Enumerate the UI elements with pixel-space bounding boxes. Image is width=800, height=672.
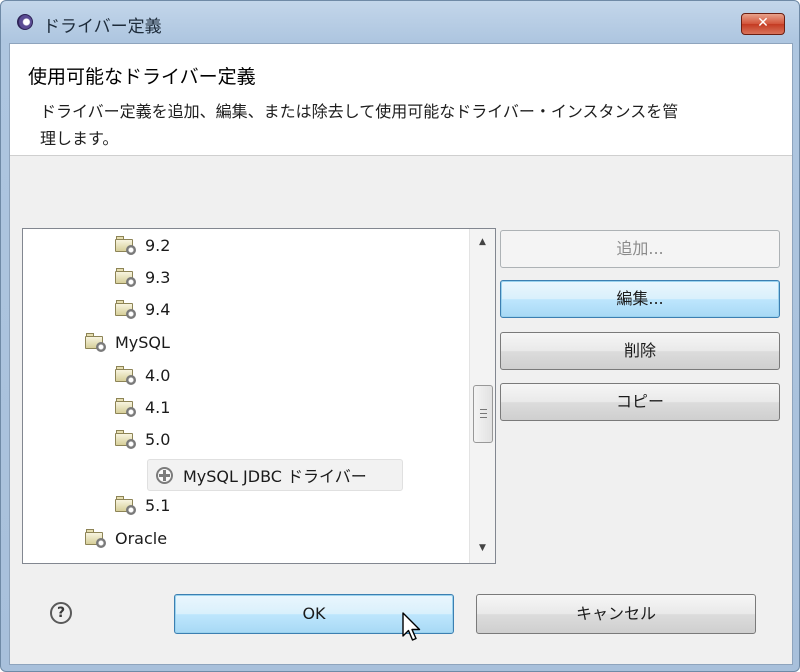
page-description: ドライバー定義を追加、編集、または除去して使用可能なドライバー・インスタンスを管… <box>40 102 679 148</box>
cancel-button[interactable]: キャンセル <box>476 594 756 634</box>
dialog-window: ドライバー定義 ✕ 使用可能なドライバー定義 ドライバー定義を追加、編集、または… <box>0 0 800 672</box>
tree-item[interactable]: Oracle <box>85 524 167 552</box>
mouse-cursor-icon <box>402 612 421 641</box>
grip-line <box>480 409 487 410</box>
folder-icon <box>85 529 107 548</box>
gear-icon <box>156 466 173 484</box>
close-button[interactable]: ✕ <box>741 13 785 35</box>
window-title: ドライバー定義 <box>43 17 162 37</box>
title-bar[interactable]: ドライバー定義 ✕ <box>1 1 799 41</box>
tree-item[interactable]: 9.3 <box>115 263 170 291</box>
dialog-client-area: 使用可能なドライバー定義 ドライバー定義を追加、編集、または除去して使用可能なド… <box>9 43 793 665</box>
folder-icon <box>115 398 137 417</box>
tree-item-label: MySQL JDBC ドライバー <box>183 467 367 486</box>
tree-item[interactable]: 9.2 <box>115 231 170 259</box>
tree-item-label: 9.3 <box>145 267 171 287</box>
tree-item-label: Oracle <box>115 528 168 548</box>
tree-item[interactable]: 4.0 <box>115 361 170 389</box>
folder-icon <box>115 268 137 287</box>
scroll-up-arrow-icon[interactable]: ▲ <box>470 231 495 253</box>
page-title: 使用可能なドライバー定義 <box>28 66 256 88</box>
add-button[interactable]: 追加... <box>500 230 780 268</box>
tree-item[interactable]: 9.4 <box>115 295 170 323</box>
tree-item-label: 9.4 <box>145 299 171 319</box>
tree-item[interactable]: MySQL <box>85 328 170 356</box>
dialog-header: 使用可能なドライバー定義 ドライバー定義を追加、編集、または除去して使用可能なド… <box>10 44 792 156</box>
tree-item[interactable]: 5.1 <box>115 491 170 519</box>
tree-item-label: 4.1 <box>145 397 171 417</box>
scroll-down-arrow-icon[interactable]: ▼ <box>470 537 495 559</box>
folder-icon <box>115 236 137 255</box>
tree-item-selected-driver[interactable]: MySQL JDBC ドライバー <box>147 459 403 491</box>
help-icon[interactable]: ? <box>50 602 72 624</box>
scroll-thumb[interactable] <box>473 385 493 443</box>
folder-icon <box>85 333 107 352</box>
tree-item[interactable]: 5.0 <box>115 425 170 453</box>
copy-button[interactable]: コピー <box>500 383 780 421</box>
eclipse-app-icon <box>17 14 33 30</box>
folder-icon <box>115 366 137 385</box>
tree-item-label: 9.2 <box>145 235 171 255</box>
folder-icon <box>115 496 137 515</box>
tree-item-label: 4.0 <box>145 365 171 385</box>
delete-button[interactable]: 削除 <box>500 332 780 370</box>
folder-icon <box>115 430 137 449</box>
tree-item-label: MySQL <box>115 332 170 352</box>
tree-item[interactable]: 4.1 <box>115 393 170 421</box>
edit-button[interactable]: 編集... <box>500 280 780 318</box>
tree-item-label: 5.0 <box>145 429 171 449</box>
folder-icon <box>115 300 137 319</box>
driver-tree[interactable]: 9.2 9.3 9.4 MySQL 4.0 4.1 5.0 MySQL JDBC… <box>22 228 496 564</box>
tree-item-label: 5.1 <box>145 495 171 515</box>
vertical-scrollbar[interactable]: ▲ ▼ <box>469 229 495 563</box>
grip-line <box>480 413 487 414</box>
grip-line <box>480 417 487 418</box>
